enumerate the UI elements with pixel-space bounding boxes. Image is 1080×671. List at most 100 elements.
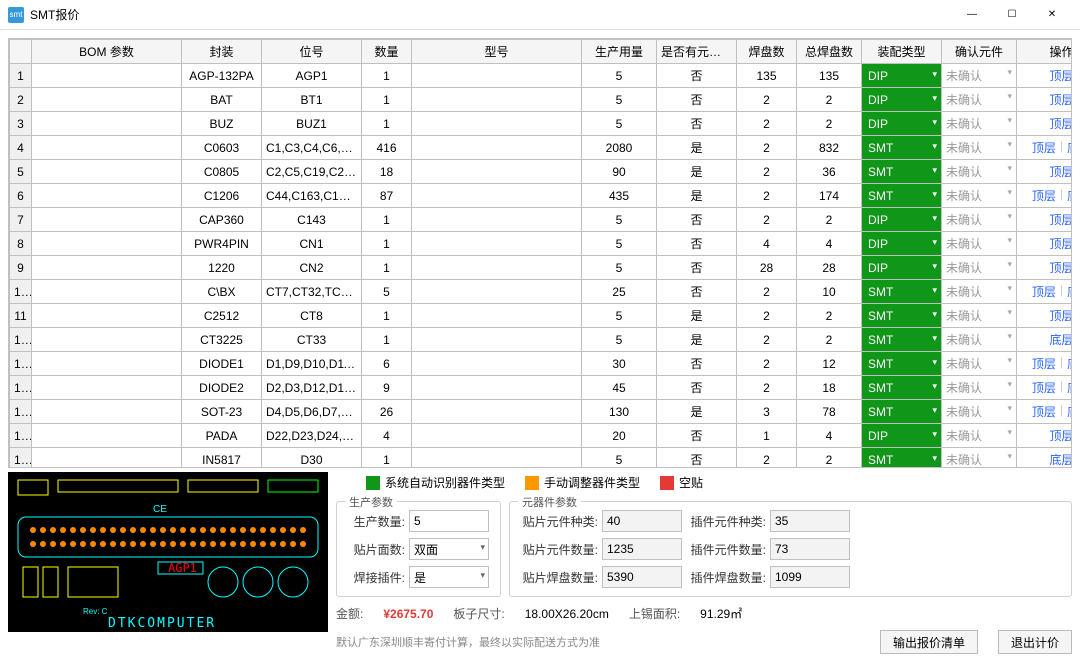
export-quote-button[interactable]: 输出报价清单 (880, 630, 978, 654)
layer-link[interactable]: 底层 (1067, 379, 1072, 396)
cell-confirm-select[interactable]: 未确认 (942, 376, 1017, 400)
cell-confirm-select[interactable]: 未确认 (942, 232, 1017, 256)
layer-link[interactable]: 顶层 (1049, 211, 1072, 228)
close-button[interactable]: ✕ (1032, 0, 1072, 30)
cell-assembly-type-select[interactable]: SMT (862, 304, 942, 328)
col-header[interactable]: BOM 参数 (32, 40, 182, 64)
layer-link[interactable]: 底层 (1067, 187, 1072, 204)
table-row[interactable]: 91220CN215否2828DIP未确认顶层 (10, 256, 1073, 280)
col-header[interactable]: 生产用量 (582, 40, 657, 64)
col-header[interactable]: 位号 (262, 40, 362, 64)
maximize-button[interactable]: ☐ (992, 0, 1032, 30)
layer-link[interactable]: 底层 (1067, 355, 1072, 372)
table-row[interactable]: 14DIODE2D2,D3,D12,D16,...945否218SMT未确认顶层… (10, 376, 1073, 400)
cell-confirm-select[interactable]: 未确认 (942, 304, 1017, 328)
layer-link[interactable]: 顶层 (1032, 355, 1056, 372)
col-header[interactable]: 数量 (362, 40, 412, 64)
exit-quote-button[interactable]: 退出计价 (998, 630, 1072, 654)
cell-confirm-select[interactable]: 未确认 (942, 256, 1017, 280)
prod-solder-select[interactable] (409, 566, 489, 588)
cell-confirm-select[interactable]: 未确认 (942, 424, 1017, 448)
cell-bom (32, 112, 182, 136)
cell-assembly-type-select[interactable]: SMT (862, 184, 942, 208)
cell-confirm-select[interactable]: 未确认 (942, 352, 1017, 376)
layer-link[interactable]: 顶层 (1049, 91, 1072, 108)
cell-confirm-select[interactable]: 未确认 (942, 328, 1017, 352)
table-row[interactable]: 10C\BXCT7,CT32,TC1,T...525否210SMT未确认顶层|底… (10, 280, 1073, 304)
table-scroll[interactable]: BOM 参数封装位号数量型号生产用量是否有元件库焊盘数总焊盘数装配类型确认元件操… (8, 38, 1072, 468)
cell-assembly-type-select[interactable]: DIP (862, 64, 942, 88)
cell-assembly-type-select[interactable]: SMT (862, 280, 942, 304)
cell-assembly-type-select[interactable]: SMT (862, 352, 942, 376)
layer-link[interactable]: 顶层 (1032, 403, 1056, 420)
dip-pads-field (770, 566, 850, 588)
layer-link[interactable]: 顶层 (1049, 67, 1072, 84)
prod-qty-input[interactable] (409, 510, 489, 532)
table-row[interactable]: 11C2512CT815是22SMT未确认顶层 (10, 304, 1073, 328)
col-header[interactable]: 封装 (182, 40, 262, 64)
table-row[interactable]: 5C0805C2,C5,C19,C21,...1890是236SMT未确认顶层 (10, 160, 1073, 184)
layer-link[interactable]: 顶层 (1049, 259, 1072, 276)
cell-confirm-select[interactable]: 未确认 (942, 208, 1017, 232)
cell-assembly-type-select[interactable]: DIP (862, 232, 942, 256)
col-header[interactable]: 型号 (412, 40, 582, 64)
col-header[interactable]: 焊盘数 (737, 40, 797, 64)
table-row[interactable]: 13DIODE1D1,D9,D10,D11,...630否212SMT未确认顶层… (10, 352, 1073, 376)
layer-link[interactable]: 顶层 (1049, 307, 1072, 324)
cell-assembly-type-select[interactable]: DIP (862, 88, 942, 112)
table-row[interactable]: 2BATBT115否22DIP未确认顶层 (10, 88, 1073, 112)
cell-assembly-type-select[interactable]: SMT (862, 376, 942, 400)
row-number: 7 (10, 208, 32, 232)
cell-confirm-select[interactable]: 未确认 (942, 136, 1017, 160)
layer-link[interactable]: 顶层 (1032, 139, 1056, 156)
layer-link[interactable]: 底层 (1067, 283, 1072, 300)
table-row[interactable]: 4C0603C1,C3,C4,C6,C7,...4162080是2832SMT未… (10, 136, 1073, 160)
layer-link[interactable]: 底层 (1049, 331, 1072, 348)
col-header[interactable]: 装配类型 (862, 40, 942, 64)
table-row[interactable]: 17IN5817D3015否22SMT未确认底层 (10, 448, 1073, 469)
table-row[interactable]: 7CAP360C14315否22DIP未确认顶层 (10, 208, 1073, 232)
table-row[interactable]: 12CT3225CT3315是22SMT未确认底层 (10, 328, 1073, 352)
cell-assembly-type-select[interactable]: SMT (862, 400, 942, 424)
cell-assembly-type-select[interactable]: DIP (862, 112, 942, 136)
cell-assembly-type-select[interactable]: SMT (862, 328, 942, 352)
cell-confirm-select[interactable]: 未确认 (942, 88, 1017, 112)
layer-link[interactable]: 顶层 (1049, 163, 1072, 180)
cell-confirm-select[interactable]: 未确认 (942, 112, 1017, 136)
table-row[interactable]: 6C1206C44,C163,C166,...87435是2174SMT未确认顶… (10, 184, 1073, 208)
layer-link[interactable]: 顶层 (1049, 235, 1072, 252)
cell-confirm-select[interactable]: 未确认 (942, 400, 1017, 424)
layer-link[interactable]: 顶层 (1032, 283, 1056, 300)
col-header[interactable]: 操作 (1017, 40, 1073, 64)
cell-assembly-type-select[interactable]: SMT (862, 136, 942, 160)
table-row[interactable]: 1AGP-132PAAGP115否135135DIP未确认顶层 (10, 64, 1073, 88)
cell-assembly-type-select[interactable]: DIP (862, 424, 942, 448)
col-header[interactable]: 是否有元件库 (657, 40, 737, 64)
table-row[interactable]: 3BUZBUZ115否22DIP未确认顶层 (10, 112, 1073, 136)
layer-link[interactable]: 底层 (1067, 403, 1072, 420)
cell-confirm-select[interactable]: 未确认 (942, 160, 1017, 184)
table-row[interactable]: 8PWR4PINCN115否44DIP未确认顶层 (10, 232, 1073, 256)
layer-link[interactable]: 顶层 (1049, 115, 1072, 132)
layer-link[interactable]: 底层 (1067, 139, 1072, 156)
cell-confirm-select[interactable]: 未确认 (942, 280, 1017, 304)
table-row[interactable]: 16PADAD22,D23,D24,D25420否14DIP未确认顶层 (10, 424, 1073, 448)
cell-confirm-select[interactable]: 未确认 (942, 448, 1017, 469)
layer-link[interactable]: 顶层 (1032, 187, 1056, 204)
cell-pads: 2 (737, 280, 797, 304)
prod-side-select[interactable] (409, 538, 489, 560)
cell-confirm-select[interactable]: 未确认 (942, 184, 1017, 208)
col-header[interactable]: 确认元件 (942, 40, 1017, 64)
col-header[interactable]: 总焊盘数 (797, 40, 862, 64)
cell-assembly-type-select[interactable]: SMT (862, 448, 942, 469)
cell-assembly-type-select[interactable]: SMT (862, 160, 942, 184)
table-row[interactable]: 15SOT-23D4,D5,D6,D7,D8...26130是378SMT未确认… (10, 400, 1073, 424)
cell-assembly-type-select[interactable]: DIP (862, 256, 942, 280)
layer-link[interactable]: 底层 (1049, 451, 1072, 468)
cell-confirm-select[interactable]: 未确认 (942, 64, 1017, 88)
layer-link[interactable]: 顶层 (1032, 379, 1056, 396)
cell-pads: 2 (737, 376, 797, 400)
minimize-button[interactable]: — (952, 0, 992, 30)
layer-link[interactable]: 顶层 (1049, 427, 1072, 444)
cell-assembly-type-select[interactable]: DIP (862, 208, 942, 232)
